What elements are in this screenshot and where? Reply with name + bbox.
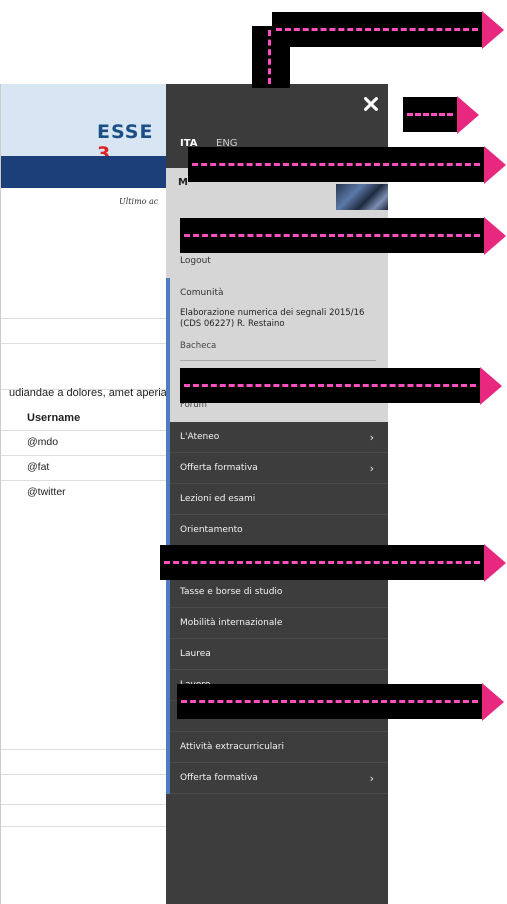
screenshot-root: { "background_page": { "logo_main": "ESS… xyxy=(0,0,507,904)
divider xyxy=(1,318,171,319)
annotation-arrow xyxy=(177,683,504,721)
divider xyxy=(1,826,171,827)
annotation-arrow xyxy=(180,217,506,255)
divider xyxy=(1,480,171,481)
table-row: @fat xyxy=(27,461,50,473)
menu-item-offerta-formativa-2[interactable]: Offerta formativa › xyxy=(170,763,388,794)
menu-item-attivita[interactable]: Attività extracurriculari xyxy=(170,732,388,763)
bg-header: ESSE 3 xyxy=(1,84,171,165)
bg-nav-bar xyxy=(1,156,171,188)
menu-item-lezioni-esami[interactable]: Lezioni ed esami xyxy=(170,484,388,515)
chevron-right-icon: › xyxy=(369,772,374,785)
chevron-right-icon: › xyxy=(369,462,374,475)
avatar xyxy=(336,184,388,210)
user-name: M xyxy=(178,177,188,188)
annotation-arrow xyxy=(160,544,506,582)
course-link[interactable]: Elaborazione numerica dei segnali 2015/1… xyxy=(180,308,380,330)
side-drawer: ITA ENG M Logout Comunità Elaborazione n… xyxy=(166,84,388,904)
menu-item-tasse-borse[interactable]: Tasse e borse di studio xyxy=(170,577,388,608)
divider xyxy=(1,455,171,456)
divider xyxy=(1,804,171,805)
annotation-arrow xyxy=(180,367,502,405)
table-header-username: Username xyxy=(27,412,81,424)
drawer-menu: L'Ateneo › Offerta formativa › Lezioni ed … xyxy=(166,422,388,794)
divider xyxy=(1,343,171,344)
background-page: ESSE 3 Ultimo ac udiandae a dolores, ame… xyxy=(0,84,171,904)
table-row: @mdo xyxy=(27,436,59,448)
divider xyxy=(1,774,171,775)
menu-item-ateneo[interactable]: L'Ateneo › xyxy=(170,422,388,453)
bg-last-access-text: Ultimo ac xyxy=(119,197,159,206)
annotation-arrow xyxy=(188,146,506,184)
menu-item-mobilita[interactable]: Mobilità internazionale xyxy=(170,608,388,639)
divider xyxy=(1,430,171,431)
annotation-arrow xyxy=(272,11,504,49)
annotation-arrow xyxy=(403,96,479,134)
divider xyxy=(180,360,376,361)
close-icon[interactable] xyxy=(362,95,380,113)
logout-link[interactable]: Logout xyxy=(180,256,211,266)
chevron-right-icon: › xyxy=(369,431,374,444)
community-title: Comunità xyxy=(180,288,224,298)
bacheca-link[interactable]: Bacheca xyxy=(180,341,216,351)
table-row: @twitter xyxy=(27,486,66,498)
menu-item-orientamento[interactable]: Orientamento xyxy=(170,515,388,546)
divider xyxy=(1,749,171,750)
menu-item-laurea[interactable]: Laurea xyxy=(170,639,388,670)
bg-body-text: udiandae a dolores, amet aperia xyxy=(9,387,167,399)
menu-item-offerta-formativa[interactable]: Offerta formativa › xyxy=(170,453,388,484)
